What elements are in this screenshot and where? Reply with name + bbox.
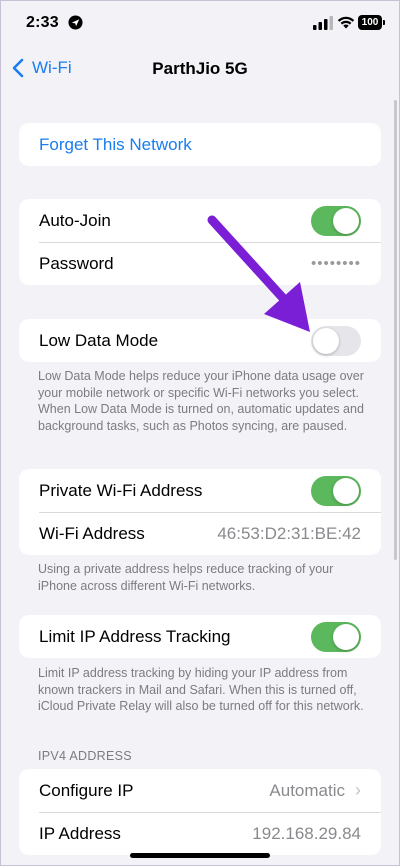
battery-level: 100 bbox=[358, 15, 382, 30]
page-title: ParthJio 5G bbox=[152, 59, 248, 78]
private-address-footer: Using a private address helps reduce tra… bbox=[38, 562, 334, 593]
ip-address-label: IP Address bbox=[39, 823, 121, 843]
toggle-knob bbox=[333, 207, 359, 234]
configure-ip-value: Automatic bbox=[269, 780, 345, 800]
configure-ip-label: Configure IP bbox=[39, 780, 134, 800]
ipv4-section-header: IPV4 ADDRESS bbox=[38, 749, 132, 763]
pointing-arrow-icon bbox=[207, 215, 310, 332]
battery-indicator: 100 bbox=[358, 15, 385, 30]
chevron-right-icon: › bbox=[355, 780, 361, 800]
limit-ip-row: Limit IP Address Tracking bbox=[19, 615, 381, 658]
configure-ip-row[interactable]: Configure IP Automatic › bbox=[19, 769, 381, 812]
ipv4-group: Configure IP Automatic › IP Address 192.… bbox=[19, 769, 381, 855]
private-address-toggle[interactable] bbox=[311, 475, 361, 506]
battery-nub bbox=[383, 20, 385, 25]
private-address-row: Private Wi-Fi Address bbox=[19, 469, 381, 512]
forget-group: Forget This Network bbox=[19, 123, 381, 166]
home-indicator[interactable] bbox=[130, 853, 270, 858]
status-time: 2:33 bbox=[26, 14, 59, 31]
wifi-icon bbox=[337, 16, 355, 29]
limit-ip-group: Limit IP Address Tracking bbox=[19, 615, 381, 658]
limit-ip-toggle[interactable] bbox=[311, 621, 361, 652]
wifi-address-row: Wi-Fi Address 46:53:D2:31:BE:42 bbox=[19, 512, 381, 555]
cellular-signal-icon bbox=[313, 16, 333, 30]
wifi-address-value: 46:53:D2:31:BE:42 bbox=[217, 523, 361, 543]
toggle-knob bbox=[333, 623, 359, 650]
navigation-bar: Wi-Fi ParthJio 5G bbox=[0, 46, 400, 90]
limit-ip-footer: Limit IP address tracking by hiding your… bbox=[38, 666, 364, 713]
ip-address-row: IP Address 192.168.29.84 bbox=[19, 812, 381, 855]
private-address-label: Private Wi-Fi Address bbox=[39, 480, 203, 500]
limit-ip-label: Limit IP Address Tracking bbox=[39, 626, 231, 646]
ip-address-value: 192.168.29.84 bbox=[252, 823, 361, 843]
private-address-group: Private Wi-Fi Address Wi-Fi Address 46:5… bbox=[19, 469, 381, 555]
forget-network-label: Forget This Network bbox=[39, 134, 192, 154]
low-data-mode-footer: Low Data Mode helps reduce your iPhone d… bbox=[38, 369, 364, 433]
forget-network-button[interactable]: Forget This Network bbox=[19, 123, 381, 166]
wifi-address-label: Wi-Fi Address bbox=[39, 523, 145, 543]
status-bar: 2:33 100 bbox=[0, 0, 400, 46]
toggle-knob bbox=[333, 477, 359, 504]
location-arrow-icon bbox=[68, 15, 83, 30]
scroll-indicator[interactable] bbox=[394, 100, 397, 560]
